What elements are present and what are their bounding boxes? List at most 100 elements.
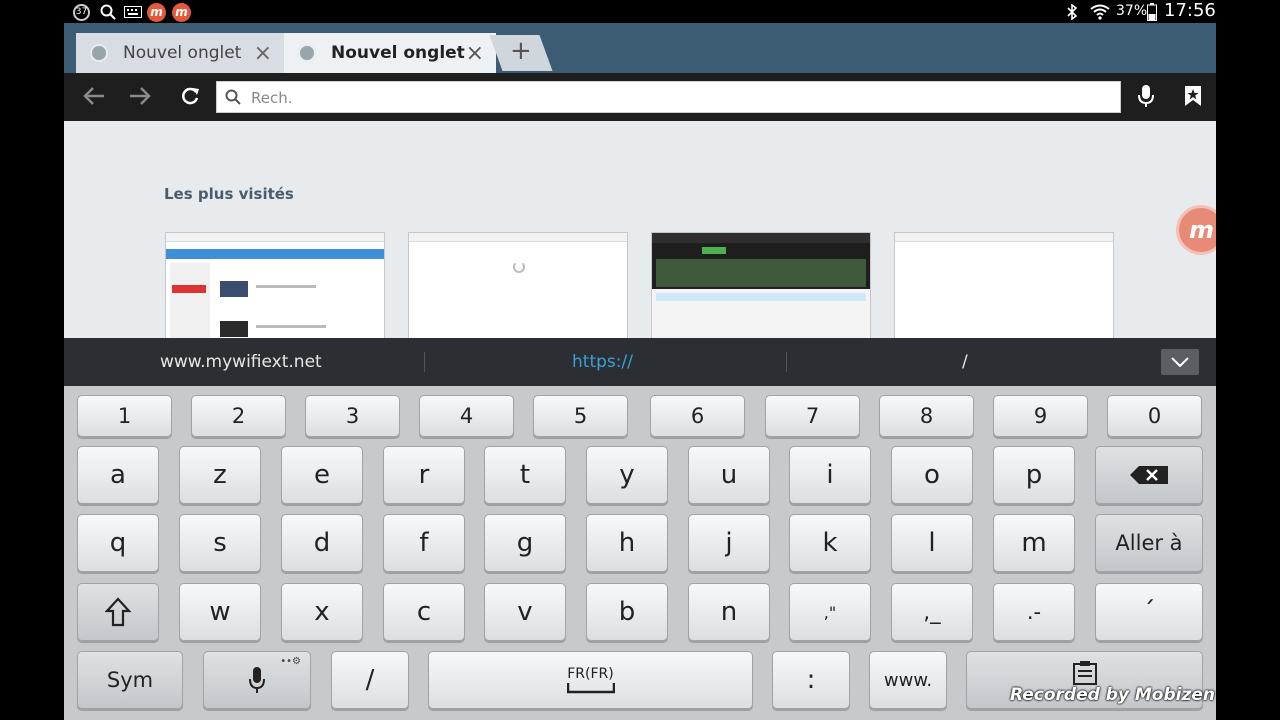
key-d[interactable]: d: [281, 514, 363, 572]
collapse-suggestions-button[interactable]: [1161, 349, 1199, 375]
search-icon: [225, 89, 241, 109]
key-p[interactable]: p: [993, 446, 1075, 504]
key-r[interactable]: r: [383, 446, 465, 504]
key-colon[interactable]: :: [772, 651, 850, 709]
key-0[interactable]: 0: [1107, 395, 1202, 437]
key-y[interactable]: y: [586, 446, 668, 504]
reload-button[interactable]: [175, 81, 205, 111]
key-6[interactable]: 6: [650, 395, 745, 437]
tab-title: Nouvel onglet: [123, 43, 242, 63]
key-label: a: [110, 460, 126, 490]
plus-icon[interactable]: +: [510, 36, 532, 66]
url-bar[interactable]: [216, 81, 1121, 113]
most-visited-thumbnail[interactable]: [894, 232, 1114, 338]
clipboard-icon: [1072, 661, 1097, 685]
mobizen-floating-button[interactable]: m: [1176, 205, 1216, 255]
key-label: 3: [345, 404, 360, 428]
key-i[interactable]: i: [789, 446, 871, 504]
mobizen-icon: m: [147, 2, 166, 22]
key-s[interactable]: s: [179, 514, 261, 572]
key-label: 8: [919, 404, 934, 428]
most-visited-thumbnail[interactable]: [165, 232, 385, 338]
key-label: 2: [231, 404, 246, 428]
backspace-button[interactable]: [1095, 446, 1203, 504]
key-label: r: [418, 460, 430, 490]
key-v[interactable]: v: [484, 583, 566, 641]
most-visited-thumbnail[interactable]: [408, 232, 628, 338]
key-x[interactable]: x: [281, 583, 363, 641]
tab-item-active[interactable]: Nouvel onglet ×: [284, 33, 496, 73]
close-icon[interactable]: ×: [254, 41, 272, 66]
key-e[interactable]: e: [281, 446, 363, 504]
key-5[interactable]: 5: [533, 395, 628, 437]
key-comma[interactable]: ,_: [891, 583, 973, 641]
key-label: g: [516, 528, 534, 558]
sym-button[interactable]: Sym: [77, 651, 183, 709]
key-g[interactable]: g: [484, 514, 566, 572]
backspace-icon: [1130, 466, 1168, 484]
microphone-button[interactable]: [1131, 81, 1161, 111]
status-bar: 37 m m 37% 17:56: [64, 0, 1216, 23]
search-icon: [100, 3, 116, 21]
most-visited-thumbnail[interactable]: [651, 232, 871, 338]
key-7[interactable]: 7: [765, 395, 860, 437]
key-q[interactable]: q: [77, 514, 159, 572]
key-period[interactable]: .-: [993, 583, 1075, 641]
key-3[interactable]: 3: [305, 395, 400, 437]
forward-button[interactable]: [125, 81, 155, 111]
key-b[interactable]: b: [586, 583, 668, 641]
key-label: n: [720, 597, 738, 627]
bluetooth-icon: [1066, 3, 1078, 21]
key-2[interactable]: 2: [191, 395, 286, 437]
back-button[interactable]: [79, 81, 109, 111]
url-input[interactable]: [249, 84, 1113, 112]
clock: 17:56: [1164, 0, 1216, 21]
battery-percent: 37%: [1116, 3, 1148, 19]
key-label: y: [619, 460, 635, 490]
chevron-down-icon: [1171, 357, 1189, 367]
key-u[interactable]: u: [688, 446, 770, 504]
key-t[interactable]: t: [484, 446, 566, 504]
key-o[interactable]: o: [891, 446, 973, 504]
key-n[interactable]: n: [688, 583, 770, 641]
key-8[interactable]: 8: [879, 395, 974, 437]
key-w[interactable]: w: [179, 583, 261, 641]
key-label: :: [806, 665, 816, 695]
key-label: s: [213, 528, 227, 558]
key-f[interactable]: f: [383, 514, 465, 572]
key-label: w: [209, 597, 231, 627]
key-slash[interactable]: /: [331, 651, 409, 709]
voice-input-button[interactable]: ••⚙: [203, 651, 311, 709]
suggestion-item[interactable]: https://: [572, 352, 633, 372]
key-accent[interactable]: ´: [1095, 583, 1203, 641]
key-label: p: [1025, 460, 1043, 490]
key-9[interactable]: 9: [993, 395, 1088, 437]
key-m[interactable]: m: [993, 514, 1075, 572]
key-z[interactable]: z: [179, 446, 261, 504]
close-icon[interactable]: ×: [466, 41, 484, 66]
key-label: Sym: [106, 668, 154, 692]
space-icon: [566, 683, 615, 694]
go-button[interactable]: Aller à: [1095, 514, 1203, 572]
key-apostrophe[interactable]: ,": [789, 583, 871, 641]
suggestion-item[interactable]: www.mywifiext.net: [160, 352, 322, 372]
key-a[interactable]: a: [77, 446, 159, 504]
key-c[interactable]: c: [383, 583, 465, 641]
key-4[interactable]: 4: [419, 395, 514, 437]
suggestion-item[interactable]: /: [962, 352, 968, 372]
key-j[interactable]: j: [688, 514, 770, 572]
key-label: i: [826, 460, 834, 490]
key-label: t: [519, 460, 531, 490]
shift-button[interactable]: [77, 583, 159, 641]
tab-item[interactable]: Nouvel onglet ×: [76, 33, 284, 73]
space-bar[interactable]: FR(FR): [428, 651, 753, 709]
key-1[interactable]: 1: [77, 395, 172, 437]
microphone-icon: [249, 667, 265, 693]
key-l[interactable]: l: [891, 514, 973, 572]
shift-icon: [105, 597, 131, 627]
key-h[interactable]: h: [586, 514, 668, 572]
key-www[interactable]: www.: [869, 651, 947, 709]
key-label: 7: [805, 404, 820, 428]
bookmark-button[interactable]: [1178, 81, 1208, 111]
key-k[interactable]: k: [789, 514, 871, 572]
